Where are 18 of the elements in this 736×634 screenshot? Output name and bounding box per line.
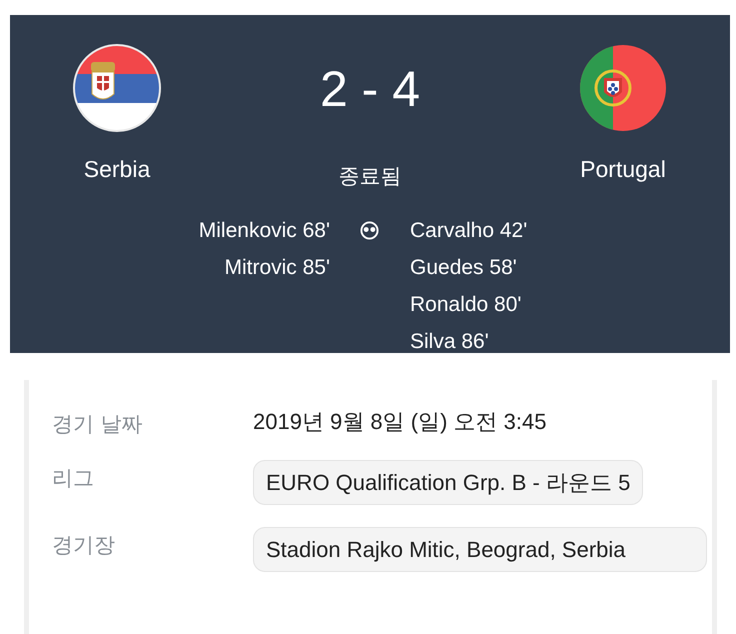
ball-icon — [360, 221, 379, 240]
detail-value: Stadion Rajko Mitic, Beograd, Serbia — [253, 527, 707, 572]
detail-label: 경기 날짜 — [52, 411, 144, 438]
match-status: 종료됨 — [338, 163, 402, 190]
goal-scorer: Carvalho 42' — [410, 218, 528, 244]
team-name: Portugal — [580, 156, 666, 183]
flag-icon — [73, 44, 161, 132]
goal-scorer: Silva 86' — [410, 329, 489, 355]
detail-value: EURO Qualification Grp. B - 라운드 5 — [253, 460, 644, 505]
detail-label: 경기장 — [52, 532, 116, 559]
score: 2 - 4 — [320, 60, 420, 118]
goal-scorer: Mitrovic 85' — [224, 255, 330, 281]
team-name: Serbia — [84, 156, 150, 183]
detail-value: 2019년 9월 8일 (일) 오전 3:45 — [253, 408, 548, 436]
goal-scorer: Guedes 58' — [410, 255, 517, 281]
goal-scorer: Milenkovic 68' — [198, 218, 330, 244]
goal-scorer: Ronaldo 80' — [410, 292, 522, 318]
detail-label: 리그 — [52, 465, 95, 492]
